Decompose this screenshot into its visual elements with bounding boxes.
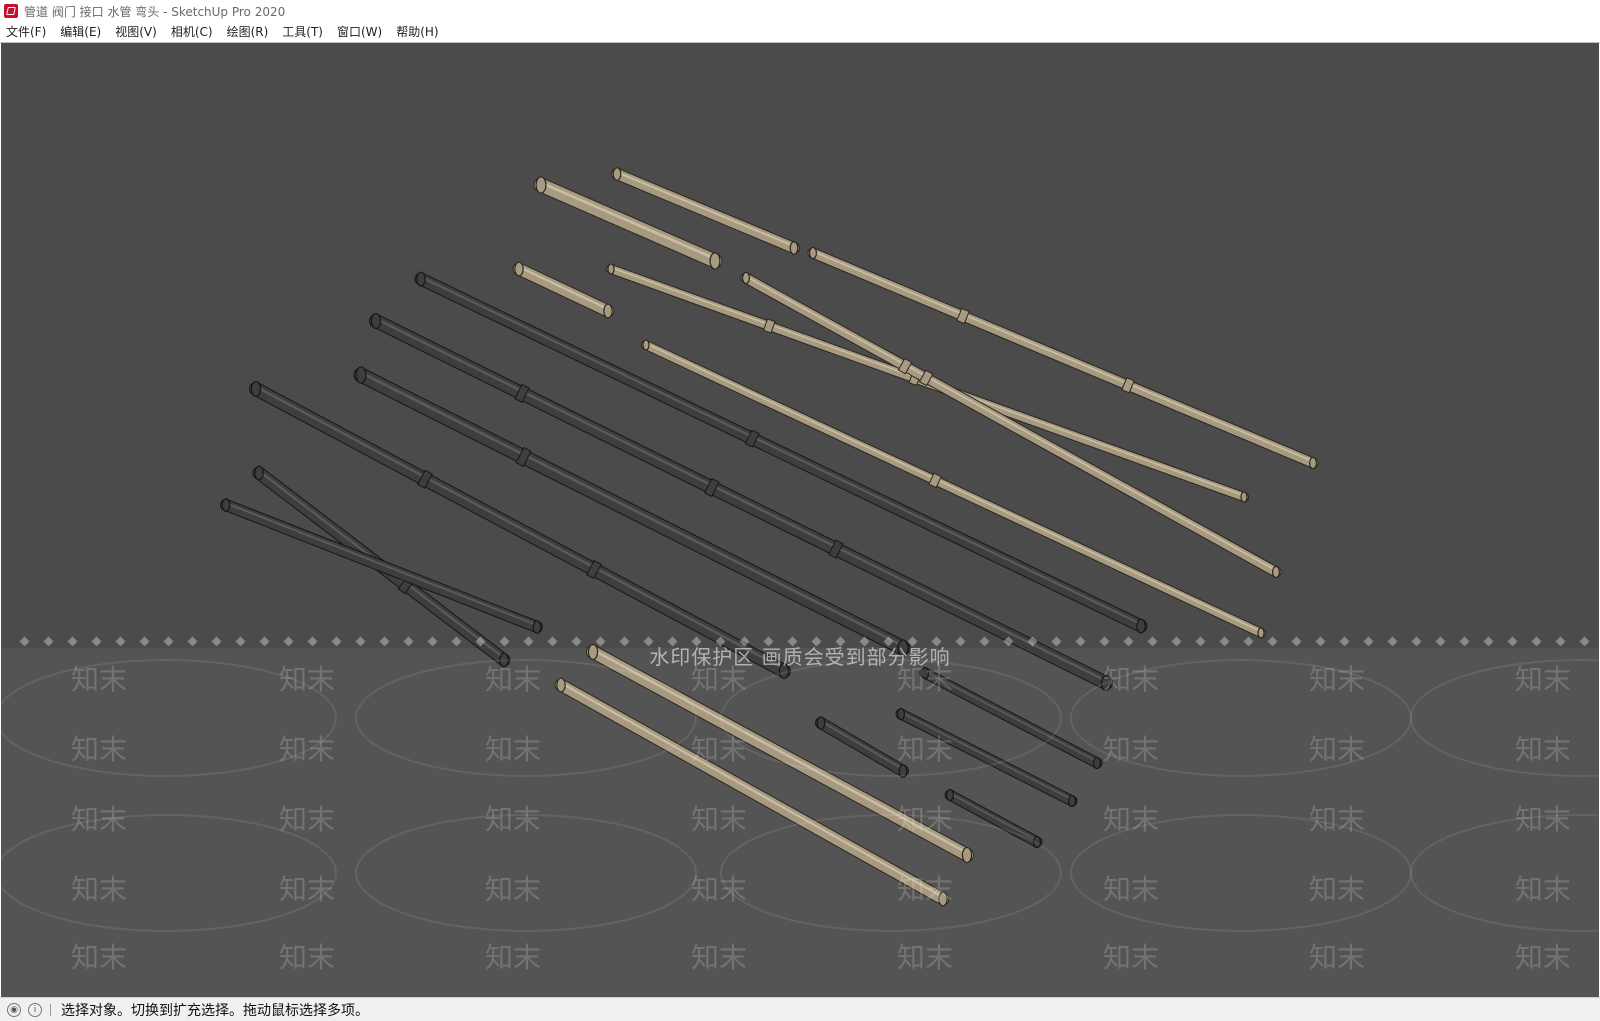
watermark-text: 知末 — [897, 733, 954, 766]
watermark-text: 知末 — [279, 941, 336, 974]
geo-location-icon[interactable]: ◉ — [7, 1002, 21, 1017]
menu-edit[interactable]: 编辑(E) — [53, 22, 108, 42]
watermark-text: 知末 — [485, 663, 542, 696]
watermark-text: 知末 — [71, 873, 128, 906]
title-bar: 管道 阀门 接口 水管 弯头 - SketchUp Pro 2020 — [0, 0, 1600, 22]
pipe-segment[interactable] — [611, 167, 800, 255]
sketchup-app-icon[interactable] — [4, 4, 18, 18]
watermark-text: 知末 — [1515, 733, 1572, 766]
watermark-text: 知末 — [1103, 803, 1160, 836]
watermark-text: 知末 — [897, 803, 954, 836]
menu-camera[interactable]: 相机(C) — [164, 22, 220, 42]
watermark-text: 知末 — [1515, 663, 1572, 696]
status-text: 选择对象。切换到扩充选择。拖动鼠标选择多项。 — [61, 1002, 369, 1019]
menu-bar: 文件(F) 编辑(E) 视图(V) 相机(C) 绘图(R) 工具(T) 窗口(W… — [0, 22, 1600, 43]
watermark-text: 知末 — [897, 663, 954, 696]
watermark-text: 知末 — [691, 733, 748, 766]
pipe-segment[interactable] — [512, 261, 615, 319]
watermark-text: 知末 — [279, 803, 336, 836]
pipe-segment[interactable] — [641, 339, 1266, 639]
info-icon[interactable]: i — [28, 1002, 42, 1017]
watermark-text: 知末 — [1515, 803, 1572, 836]
watermark-text: 知末 — [1515, 941, 1572, 974]
watermark-text: 知末 — [279, 873, 336, 906]
status-bar: ◉ i 选择对象。切换到扩充选择。拖动鼠标选择多项。 — [0, 997, 1600, 1021]
watermark-text: 知末 — [71, 803, 128, 836]
watermark-text: 知末 — [897, 941, 954, 974]
watermark-text: 知末 — [485, 733, 542, 766]
watermark-text: 知末 — [485, 941, 542, 974]
window-title: 管道 阀门 接口 水管 弯头 - SketchUp Pro 2020 — [24, 4, 286, 19]
watermark-text: 知末 — [485, 873, 542, 906]
menu-tools[interactable]: 工具(T) — [275, 22, 330, 42]
watermark-text: 知末 — [71, 663, 128, 696]
watermark-text: 知末 — [71, 733, 128, 766]
watermark-text: 知末 — [71, 941, 128, 974]
watermark-text: 知末 — [1309, 663, 1366, 696]
menu-file[interactable]: 文件(F) — [0, 22, 53, 42]
watermark-text: 知末 — [691, 663, 748, 696]
watermark-text: 知末 — [691, 873, 748, 906]
pipe-segment[interactable] — [533, 176, 723, 270]
menu-window[interactable]: 窗口(W) — [330, 22, 389, 42]
watermark-text: 知末 — [1103, 663, 1160, 696]
watermark-text: 知末 — [1309, 733, 1366, 766]
menu-draw[interactable]: 绘图(R) — [220, 22, 276, 42]
watermark-text: 知末 — [1103, 873, 1160, 906]
menu-view[interactable]: 视图(V) — [108, 22, 164, 42]
watermark-text: 知末 — [1309, 941, 1366, 974]
watermark-text: 知末 — [1309, 803, 1366, 836]
watermark-text: 知末 — [1103, 941, 1160, 974]
model-viewport[interactable]: 水印保护区 画质会受到部分影响 知末 知末 知末 知末 知末 知末 知末 知末 知末 知末 知末 知末… — [1, 43, 1599, 997]
watermark-text: 知末 — [1515, 873, 1572, 906]
watermark-text: 知末 — [279, 733, 336, 766]
pipe-model-scene[interactable] — [1, 43, 1599, 997]
watermark-text: 知末 — [1103, 733, 1160, 766]
watermark-text: 知末 — [897, 873, 954, 906]
watermark-text: 知末 — [279, 663, 336, 696]
menu-help[interactable]: 帮助(H) — [389, 22, 445, 42]
watermark-text: 知末 — [485, 803, 542, 836]
watermark-text: 知末 — [691, 941, 748, 974]
watermark-text: 知末 — [1309, 873, 1366, 906]
watermark-text: 知末 — [691, 803, 748, 836]
status-divider — [50, 1003, 51, 1016]
